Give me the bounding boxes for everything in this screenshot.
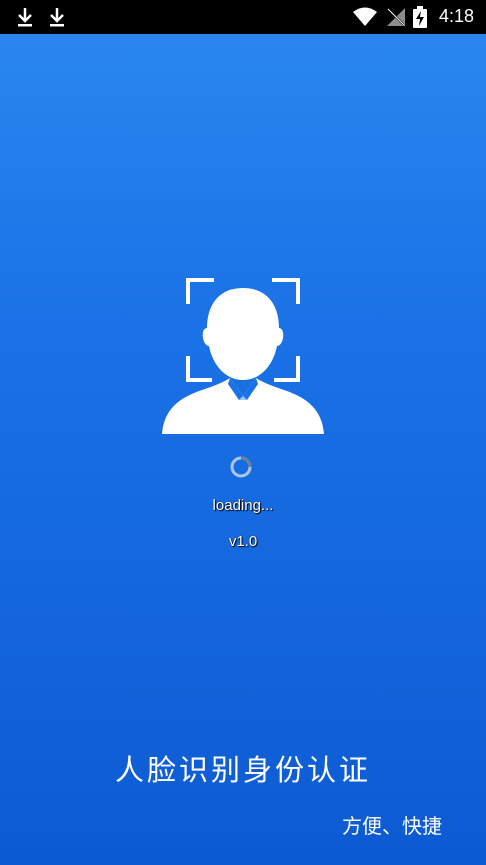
- version-text: v1.0: [228, 533, 258, 550]
- loading-spinner-icon: [230, 456, 252, 478]
- status-time: 4:18: [438, 6, 474, 26]
- download-icon: [50, 8, 64, 27]
- no-signal-icon: [387, 8, 405, 26]
- status-bar: 4:18: [0, 0, 486, 34]
- download-icon: [18, 8, 32, 27]
- wifi-icon: [353, 7, 377, 26]
- loading-text: loading...: [212, 497, 274, 514]
- app-subtitle: 方便、快捷: [342, 814, 442, 838]
- battery-charging-icon: [413, 6, 427, 28]
- splash-screen: loading... v1.0 人脸识别身份认证 方便、快捷: [0, 34, 486, 865]
- face-recognition-icon: [162, 278, 324, 434]
- app-title: 人脸识别身份认证: [114, 753, 371, 787]
